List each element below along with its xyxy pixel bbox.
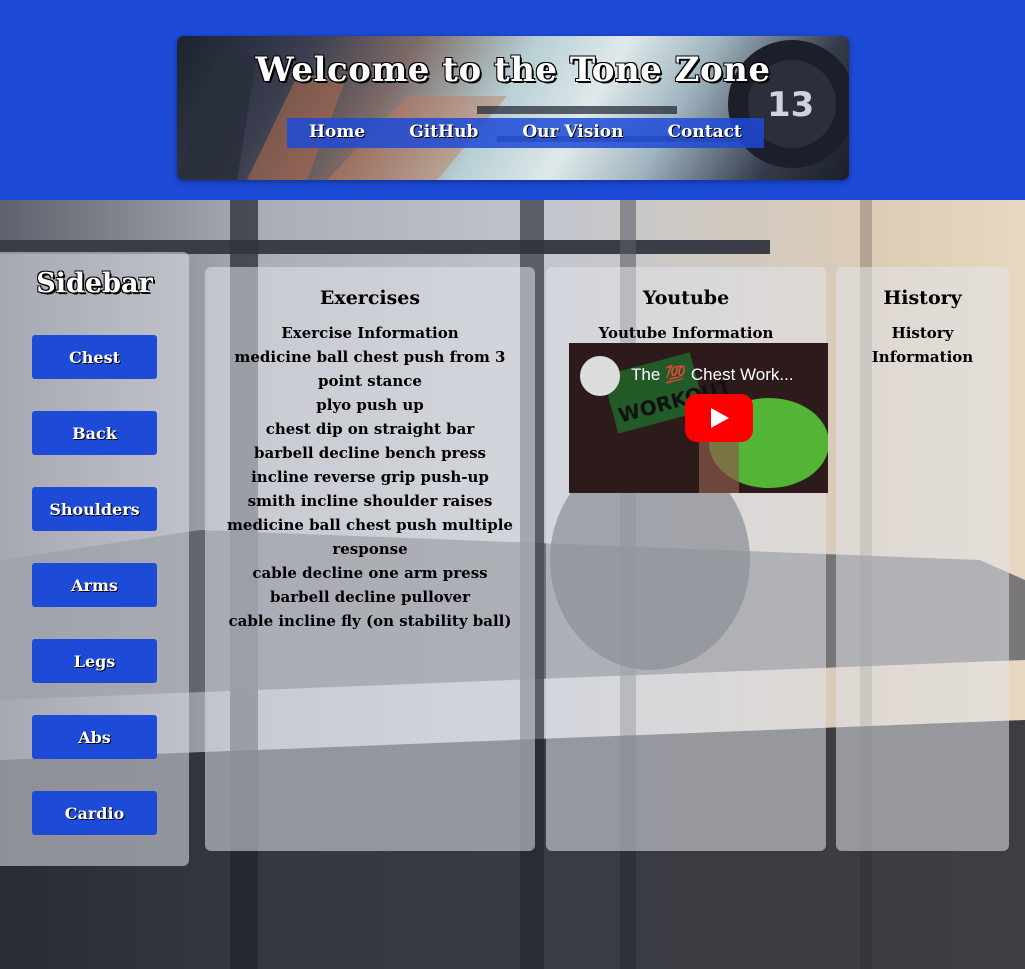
exercises-title: Exercises	[319, 287, 421, 309]
sidebar-back-button[interactable]: Back	[32, 411, 157, 455]
exercise-item: medicine ball chest push from 3 point st…	[234, 348, 506, 390]
nav-our-vision-link[interactable]: Our Vision	[500, 118, 645, 148]
history-title: History	[883, 287, 962, 309]
sidebar: Sidebar Chest Back Shoulders Arms Legs A…	[0, 252, 189, 866]
exercise-item: cable incline fly (on stability ball)	[228, 612, 512, 630]
youtube-subtitle: Youtube Information	[598, 324, 774, 342]
play-icon[interactable]	[685, 394, 753, 442]
top-banner: 13 Welcome to the Tone Zone Home GitHub …	[0, 0, 1025, 200]
channel-avatar	[580, 356, 620, 396]
history-panel: History History Information	[836, 267, 1009, 851]
sidebar-cardio-button[interactable]: Cardio	[32, 791, 157, 835]
youtube-video-embed[interactable]: WORKOUT The 💯 Chest Work...	[569, 343, 828, 493]
exercise-item: barbell decline bench press	[253, 444, 487, 462]
nav-github-link[interactable]: GitHub	[387, 118, 500, 148]
svg-text:13: 13	[767, 85, 814, 125]
exercise-item: barbell decline pullover	[270, 588, 470, 606]
exercise-item: chest dip on straight bar	[265, 420, 475, 438]
exercise-item: plyo push up	[316, 396, 424, 414]
sidebar-title: Sidebar	[36, 268, 153, 299]
video-title: The 💯 Chest Work...	[631, 365, 794, 384]
history-subtitle: History Information	[871, 324, 974, 366]
site-title: Welcome to the Tone Zone	[255, 50, 771, 90]
exercises-subtitle: Exercise Information	[281, 324, 459, 342]
hero-banner: 13 Welcome to the Tone Zone Home GitHub …	[177, 36, 849, 180]
sidebar-chest-button[interactable]: Chest	[32, 335, 157, 379]
exercises-panel: Exercises Exercise Information medicine …	[205, 267, 535, 851]
exercise-item: smith incline shoulder raises	[247, 492, 493, 510]
exercise-item: medicine ball chest push multiple respon…	[227, 516, 513, 558]
exercise-item: cable decline one arm press	[252, 564, 488, 582]
exercise-item: incline reverse grip push-up	[251, 468, 489, 486]
nav-home-link[interactable]: Home	[287, 118, 387, 148]
exercise-list: medicine ball chest push from 3 point st…	[205, 345, 535, 633]
sidebar-legs-button[interactable]: Legs	[32, 639, 157, 683]
sidebar-arms-button[interactable]: Arms	[32, 563, 157, 607]
youtube-title: Youtube	[642, 287, 730, 309]
main-nav: Home GitHub Our Vision Contact	[287, 118, 764, 148]
nav-contact-link[interactable]: Contact	[645, 118, 763, 148]
sidebar-shoulders-button[interactable]: Shoulders	[32, 487, 157, 531]
sidebar-abs-button[interactable]: Abs	[32, 715, 157, 759]
youtube-panel: Youtube Youtube Information WORKOUT The …	[546, 267, 828, 851]
